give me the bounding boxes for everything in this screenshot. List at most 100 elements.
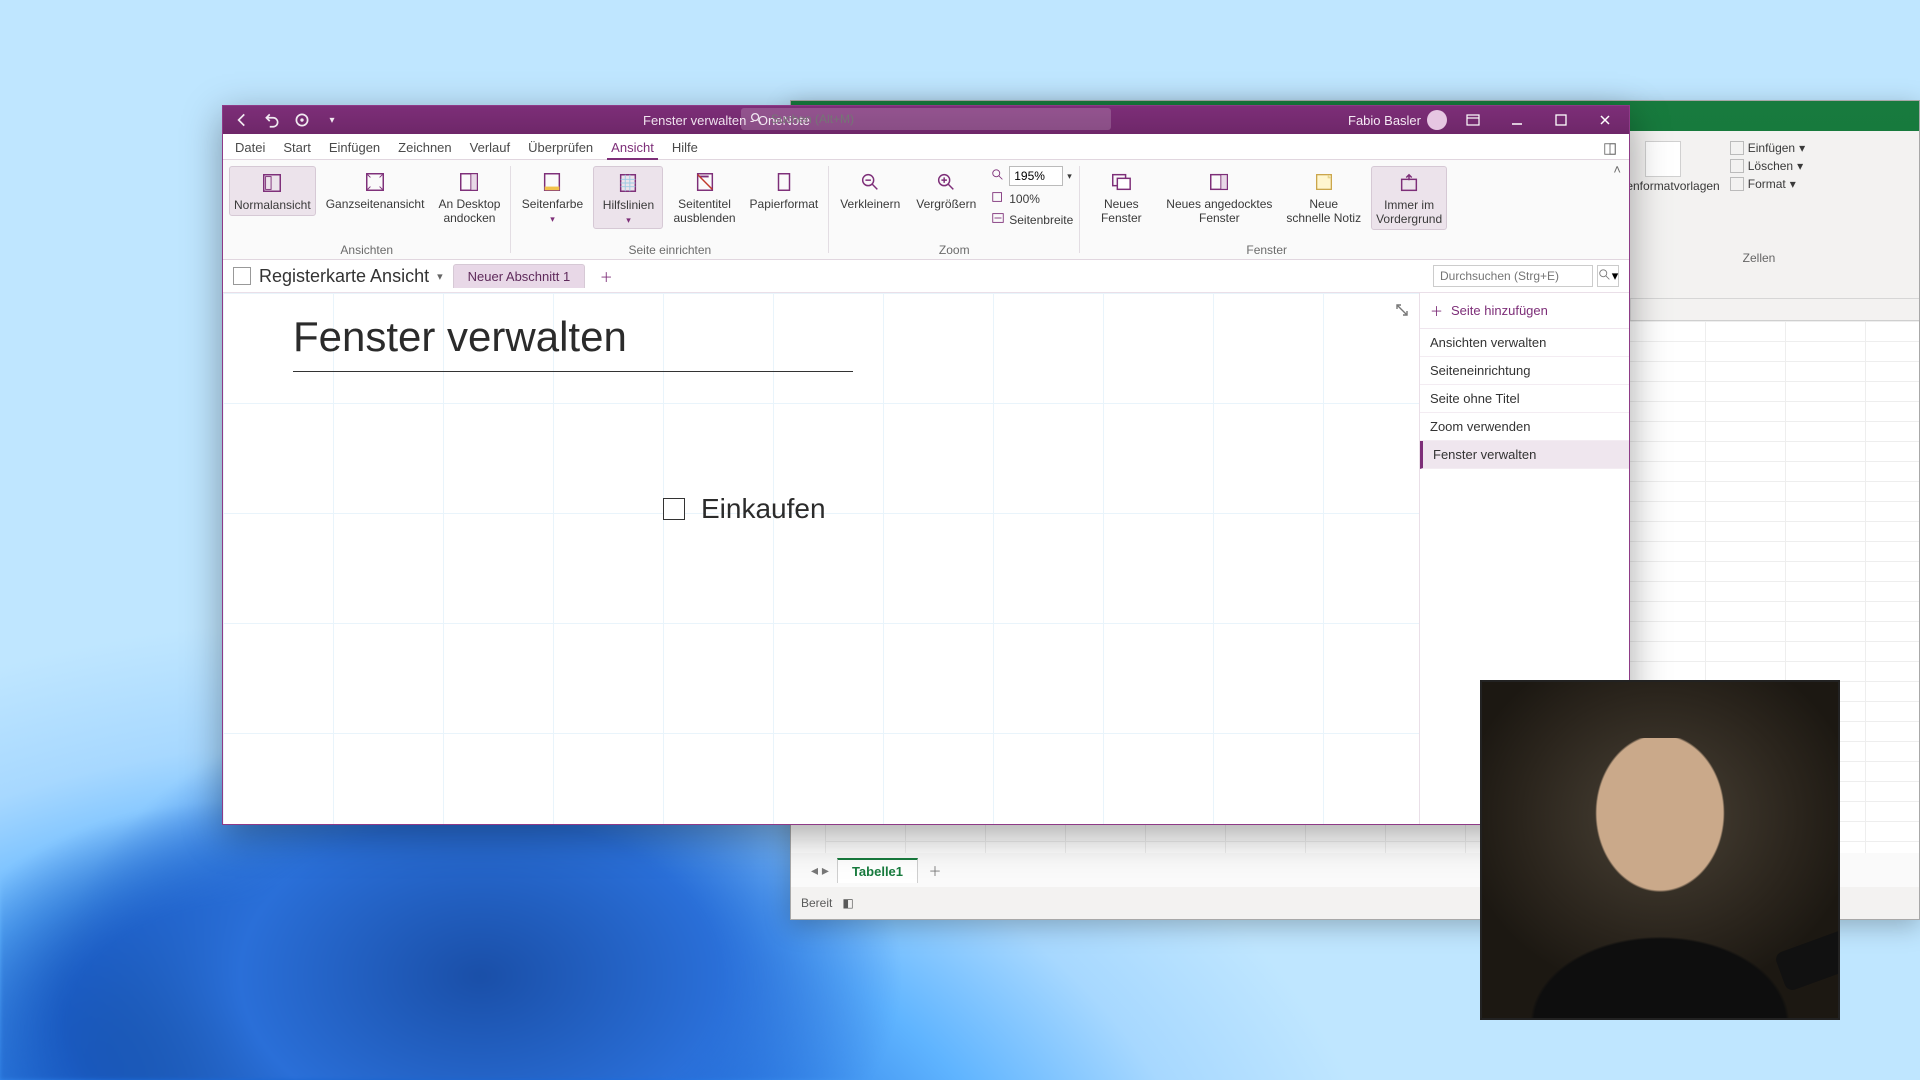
excel-format-button[interactable]: Format ▾ bbox=[1730, 177, 1805, 191]
zoom-in-icon bbox=[932, 168, 960, 196]
notes-pane-button[interactable] bbox=[1603, 142, 1617, 159]
page-color-label: Seitenfarbe bbox=[522, 198, 583, 212]
page-item[interactable]: Ansichten verwalten bbox=[1420, 329, 1629, 357]
sheet-nav-arrows[interactable]: ◂ ▸ bbox=[811, 862, 829, 879]
new-quick-note-button[interactable]: Neue schnelle Notiz bbox=[1282, 166, 1365, 228]
onenote-body: Fenster verwalten Einkaufen ＋ Seite hinz… bbox=[223, 293, 1629, 824]
note-canvas[interactable]: Fenster verwalten Einkaufen bbox=[223, 293, 1419, 824]
tab-einfuegen[interactable]: Einfügen bbox=[329, 140, 380, 159]
zoom-page-width-label: Seitenbreite bbox=[1009, 213, 1073, 227]
zoom-out-button[interactable]: Verkleinern bbox=[835, 166, 905, 214]
cell-styles-icon bbox=[1645, 141, 1681, 177]
qat-customize-button[interactable]: ▾ bbox=[323, 111, 341, 129]
webcam-overlay bbox=[1480, 680, 1840, 1020]
ribbon-display-options-button[interactable] bbox=[1455, 108, 1491, 132]
search-input[interactable] bbox=[771, 112, 1103, 126]
excel-insert-label: Einfügen bbox=[1748, 141, 1795, 155]
zoom-percent-icon bbox=[991, 168, 1005, 185]
zoom-page-width-button[interactable]: Seitenbreite bbox=[991, 211, 1073, 228]
page-item[interactable]: Seite ohne Titel bbox=[1420, 385, 1629, 413]
hide-page-title-button[interactable]: Seitentitel ausblenden bbox=[669, 166, 739, 228]
tab-start[interactable]: Start bbox=[283, 140, 310, 159]
zoom-out-icon bbox=[856, 168, 884, 196]
excel-delete-label: Löschen bbox=[1748, 159, 1793, 173]
zoom-percent-input[interactable] bbox=[1009, 166, 1063, 186]
dock-to-desktop-label: An Desktop andocken bbox=[438, 198, 500, 226]
ribbon-tabs: Datei Start Einfügen Zeichnen Verlauf Üb… bbox=[223, 134, 1629, 160]
new-docked-window-icon bbox=[1205, 168, 1233, 196]
maximize-button[interactable] bbox=[1543, 108, 1579, 132]
excel-accessibility-icon[interactable]: ◧ bbox=[842, 896, 853, 910]
page-color-icon bbox=[538, 168, 566, 196]
page-item[interactable]: Fenster verwalten bbox=[1420, 441, 1629, 469]
new-docked-window-button[interactable]: Neues angedocktes Fenster bbox=[1162, 166, 1276, 228]
signed-in-user[interactable]: Fabio Basler bbox=[1348, 110, 1447, 130]
rule-lines-button[interactable]: Hilfslinien ▾ bbox=[593, 166, 663, 229]
touch-mode-button[interactable] bbox=[293, 111, 311, 129]
paper-size-label: Papierformat bbox=[750, 198, 819, 212]
always-on-top-label: Immer im Vordergrund bbox=[1376, 199, 1442, 227]
page-search-box[interactable]: ▾ bbox=[1433, 265, 1619, 287]
normal-view-icon bbox=[258, 169, 286, 197]
presenter-silhouette bbox=[1520, 738, 1800, 1020]
zoom-in-button[interactable]: Vergrößern bbox=[911, 166, 981, 214]
tab-ansicht[interactable]: Ansicht bbox=[611, 140, 654, 159]
paper-size-button[interactable]: Papierformat bbox=[746, 166, 823, 214]
zoom-percent-field[interactable]: ▾ bbox=[991, 166, 1073, 186]
user-avatar bbox=[1427, 110, 1447, 130]
excel-add-sheet-button[interactable]: ＋ bbox=[926, 861, 944, 879]
page-search-input[interactable] bbox=[1433, 265, 1593, 287]
section-tab[interactable]: Neuer Abschnitt 1 bbox=[453, 264, 586, 288]
delete-icon bbox=[1730, 159, 1744, 173]
zoom-100-button[interactable]: 100% bbox=[991, 190, 1073, 207]
tab-zeichnen[interactable]: Zeichnen bbox=[398, 140, 451, 159]
excel-status-text: Bereit bbox=[801, 896, 832, 910]
full-page-view-button[interactable]: Ganzseitenansicht bbox=[322, 166, 429, 214]
minimize-button[interactable] bbox=[1499, 108, 1535, 132]
hide-page-title-label: Seitentitel ausblenden bbox=[673, 198, 735, 226]
add-page-label: Seite hinzufügen bbox=[1451, 303, 1548, 318]
excel-delete-button[interactable]: Löschen ▾ bbox=[1730, 159, 1805, 173]
zoom-100-label: 100% bbox=[1009, 192, 1040, 206]
new-quick-note-label: Neue schnelle Notiz bbox=[1286, 198, 1361, 226]
tab-verlauf[interactable]: Verlauf bbox=[470, 140, 510, 159]
page-item[interactable]: Zoom verwenden bbox=[1420, 413, 1629, 441]
group-zoom-label: Zoom bbox=[829, 243, 1079, 257]
todo-item[interactable]: Einkaufen bbox=[663, 493, 826, 525]
tab-datei[interactable]: Datei bbox=[235, 140, 265, 159]
expand-page-button[interactable] bbox=[1393, 301, 1411, 319]
page-color-button[interactable]: Seitenfarbe ▾ bbox=[517, 166, 587, 227]
notebook-dropdown[interactable]: Registerkarte Ansicht ▾ bbox=[233, 266, 443, 287]
undo-button[interactable] bbox=[263, 111, 281, 129]
normal-view-button[interactable]: Normalansicht bbox=[229, 166, 316, 216]
page-search-go-button[interactable]: ▾ bbox=[1597, 265, 1619, 287]
todo-text[interactable]: Einkaufen bbox=[701, 493, 826, 525]
group-fenster-label: Fenster bbox=[1080, 243, 1453, 257]
tab-hilfe[interactable]: Hilfe bbox=[672, 140, 698, 159]
page-item[interactable]: Seiteneinrichtung bbox=[1420, 357, 1629, 385]
chevron-down-icon: ▾ bbox=[437, 270, 443, 283]
full-page-view-label: Ganzseitenansicht bbox=[326, 198, 425, 212]
dock-to-desktop-button[interactable]: An Desktop andocken bbox=[434, 166, 504, 228]
search-box[interactable] bbox=[741, 108, 1111, 130]
zoom-in-label: Vergrößern bbox=[916, 198, 976, 212]
excel-sheet-tab[interactable]: Tabelle1 bbox=[837, 858, 918, 883]
format-icon bbox=[1730, 177, 1744, 191]
add-page-button[interactable]: ＋ Seite hinzufügen bbox=[1420, 293, 1629, 329]
close-button[interactable] bbox=[1587, 108, 1623, 132]
todo-checkbox[interactable] bbox=[663, 498, 685, 520]
dock-to-desktop-icon bbox=[455, 168, 483, 196]
back-button[interactable] bbox=[233, 111, 251, 129]
group-ansichten-label: Ansichten bbox=[223, 243, 510, 257]
collapse-ribbon-button[interactable]: ˄ bbox=[1613, 162, 1621, 177]
hide-page-title-icon bbox=[691, 168, 719, 196]
excel-insert-button[interactable]: Einfügen ▾ bbox=[1730, 141, 1805, 155]
tab-ueberpruefen[interactable]: Überprüfen bbox=[528, 140, 593, 159]
always-on-top-button[interactable]: Immer im Vordergrund bbox=[1371, 166, 1447, 230]
onenote-titlebar[interactable]: ▾ Fenster verwalten - OneNote Fabio Basl… bbox=[223, 106, 1629, 134]
group-seite-einrichten-label: Seite einrichten bbox=[511, 243, 828, 257]
new-window-button[interactable]: Neues Fenster bbox=[1086, 166, 1156, 228]
add-section-button[interactable]: ＋ bbox=[595, 265, 617, 287]
page-title[interactable]: Fenster verwalten bbox=[293, 313, 853, 361]
search-icon bbox=[749, 111, 763, 128]
